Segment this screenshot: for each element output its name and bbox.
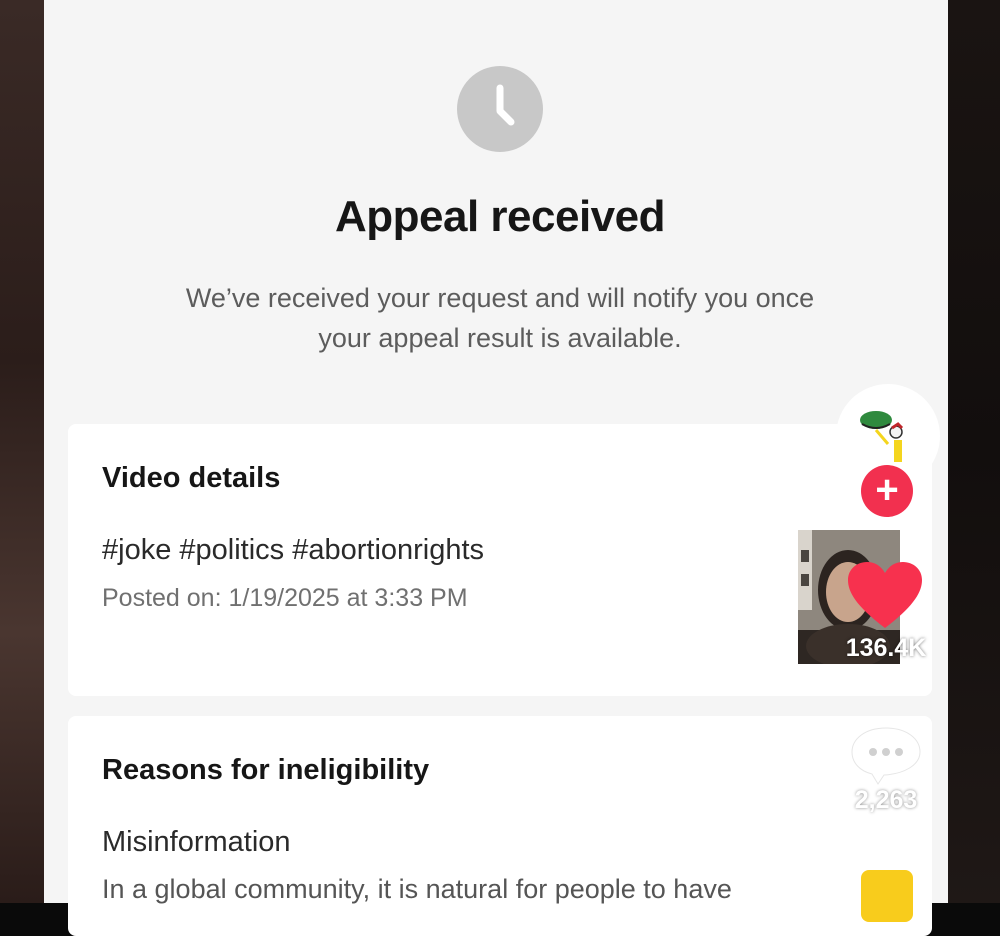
reasons-heading: Reasons for ineligibility [102, 754, 430, 786]
page-title: Appeal received [335, 192, 666, 241]
subtitle-line-1: We’ve received your request and will not… [185, 283, 815, 313]
plus-icon: + [875, 468, 899, 512]
bookmark-icon[interactable] [861, 870, 913, 922]
comment-icon[interactable] [848, 724, 924, 788]
video-hashtags: #joke #politics #abortionrights [102, 534, 485, 566]
reasons-card: Reasons for ineligibility Misinformation… [68, 716, 932, 936]
video-details-heading: Video details [102, 462, 281, 494]
reason-text: In a global community, it is natural for… [102, 874, 732, 904]
reason-title: Misinformation [102, 826, 291, 858]
video-details-card: Video details #joke #politics #abortionr… [68, 424, 932, 696]
subtitle-line-2: your appeal result is available. [318, 323, 682, 353]
comment-count: 2,263 [854, 786, 918, 814]
follow-button[interactable]: + [861, 465, 913, 517]
heart-icon[interactable] [846, 560, 924, 632]
like-count: 136.4K [845, 634, 927, 662]
posted-date: Posted on: 1/19/2025 at 3:33 PM [102, 584, 468, 612]
background-right [948, 0, 1000, 903]
page-subtitle: We’ve received your request and will not… [100, 278, 900, 358]
clock-icon [457, 66, 543, 152]
